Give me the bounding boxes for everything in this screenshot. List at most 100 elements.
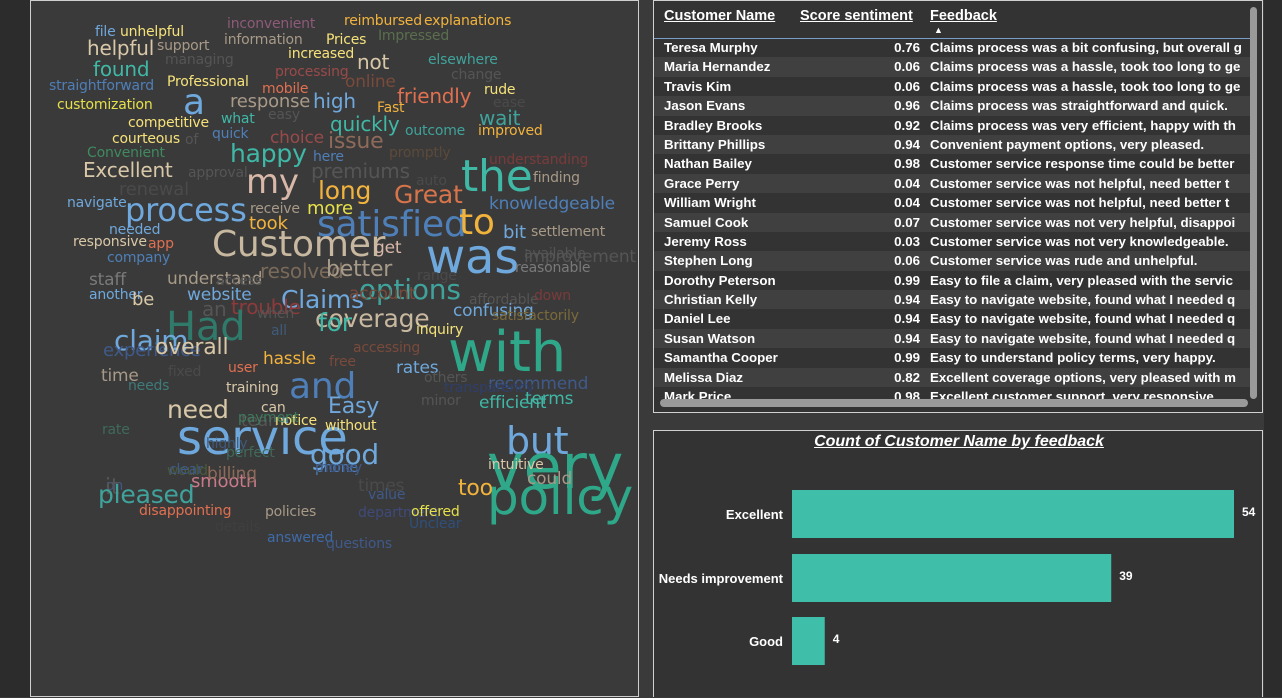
word-cloud-word[interactable]: get bbox=[374, 240, 402, 257]
word-cloud-word[interactable]: policies bbox=[265, 505, 316, 519]
word-cloud-word[interactable]: user bbox=[228, 361, 258, 375]
word-cloud-word[interactable]: straightforward bbox=[49, 79, 154, 93]
bar-excellent[interactable] bbox=[792, 490, 1234, 538]
word-cloud-word[interactable]: too bbox=[458, 478, 493, 500]
word-cloud-word[interactable]: responsive bbox=[73, 235, 147, 249]
word-cloud-word[interactable]: answered bbox=[267, 531, 333, 545]
table-row[interactable]: Jeremy Ross 0.03 Customer service was not … bbox=[654, 232, 1250, 251]
word-cloud-word[interactable]: information bbox=[224, 33, 303, 47]
word-cloud-word[interactable]: inquiry bbox=[416, 323, 463, 337]
word-cloud-word[interactable]: helpful bbox=[87, 38, 154, 58]
table-row[interactable]: Daniel Lee 0.94 Easy to navigate website, … bbox=[654, 309, 1250, 328]
word-cloud-word[interactable]: not bbox=[357, 52, 389, 72]
word-cloud-word[interactable]: rate bbox=[102, 423, 130, 437]
word-cloud-word[interactable]: high bbox=[313, 91, 356, 111]
word-cloud-word[interactable]: approval bbox=[188, 166, 248, 180]
column-header-score-sentiment[interactable]: Score sentiment bbox=[800, 8, 913, 24]
word-cloud-word[interactable]: the bbox=[461, 155, 533, 199]
table-row[interactable]: Grace Perry 0.04 Customer service was not … bbox=[654, 173, 1250, 194]
word-cloud-word[interactable]: elsewhere bbox=[428, 53, 498, 67]
word-cloud-word[interactable]: account bbox=[349, 286, 416, 303]
word-cloud-word[interactable]: Professional bbox=[167, 75, 249, 89]
feedback-table-visual[interactable]: Customer Name Score sentiment Feedback ▲… bbox=[653, 0, 1263, 413]
word-cloud-word[interactable]: payment bbox=[238, 411, 299, 425]
word-cloud-word[interactable]: app bbox=[148, 237, 174, 251]
table-row[interactable]: Dorothy Peterson 0.99 Easy to file a claim… bbox=[654, 271, 1250, 290]
table-row[interactable]: Samuel Cook 0.07 Customer service was not … bbox=[654, 212, 1250, 232]
word-cloud-word[interactable]: without bbox=[325, 419, 376, 433]
word-cloud-word[interactable]: Unclear bbox=[409, 517, 461, 531]
word-cloud-word[interactable]: questions bbox=[326, 537, 392, 551]
word-cloud-word[interactable]: training bbox=[226, 381, 279, 395]
word-cloud-word[interactable]: money bbox=[315, 461, 362, 475]
word-cloud-word[interactable]: fixed bbox=[168, 365, 201, 379]
table-row[interactable]: Bradley Brooks 0.92 Claims process was ver… bbox=[654, 116, 1250, 135]
sort-ascending-icon[interactable]: ▲ bbox=[934, 25, 943, 35]
table-row[interactable]: Teresa Murphy 0.76 Claims process was a bi… bbox=[654, 38, 1250, 57]
word-cloud-word[interactable]: Excellent bbox=[83, 160, 173, 180]
word-cloud-word[interactable]: minor bbox=[421, 394, 461, 408]
word-cloud-word[interactable]: overall bbox=[155, 337, 229, 359]
word-cloud-word[interactable]: outcome bbox=[405, 124, 465, 138]
word-cloud-word[interactable]: navigate bbox=[67, 196, 127, 210]
table-row[interactable]: Melissa Diaz 0.82 Excellent coverage optio… bbox=[654, 367, 1250, 388]
table-row[interactable]: Susan Watson 0.94 Easy to navigate website… bbox=[654, 328, 1250, 349]
word-cloud-word[interactable]: increased bbox=[288, 47, 354, 61]
word-cloud-word[interactable]: customization bbox=[57, 98, 153, 112]
word-cloud-word[interactable]: efficient bbox=[479, 395, 547, 412]
column-header-customer-name[interactable]: Customer Name bbox=[664, 8, 775, 24]
word-cloud-word[interactable]: an bbox=[202, 299, 227, 319]
word-cloud-word[interactable]: courteous bbox=[112, 132, 180, 146]
word-cloud-word[interactable]: processing bbox=[275, 65, 349, 79]
word-cloud-word[interactable]: range bbox=[417, 269, 457, 283]
word-cloud-word[interactable]: company bbox=[107, 251, 170, 265]
word-cloud-word[interactable]: my bbox=[246, 165, 299, 199]
word-cloud-word[interactable]: disappointing bbox=[139, 504, 231, 518]
word-cloud-word[interactable]: details bbox=[215, 520, 260, 534]
horizontal-scrollbar[interactable] bbox=[660, 399, 1248, 407]
table-row[interactable]: Samantha Cooper 0.99 Easy to understand po… bbox=[654, 348, 1250, 367]
word-cloud-word[interactable]: Impressed bbox=[378, 29, 449, 43]
word-cloud-word[interactable]: down bbox=[534, 289, 571, 303]
word-cloud-word[interactable]: all bbox=[271, 324, 287, 338]
word-cloud-word[interactable]: for bbox=[318, 310, 352, 335]
word-cloud-word[interactable]: managing bbox=[165, 53, 234, 67]
word-cloud-word[interactable]: when bbox=[257, 307, 294, 321]
table-row[interactable]: Travis Kim 0.06 Claims process was a hassl… bbox=[654, 77, 1250, 96]
table-row[interactable]: Jason Evans 0.96 Claims process was straig… bbox=[654, 96, 1250, 116]
word-cloud-word[interactable]: change bbox=[451, 68, 502, 82]
word-cloud-word[interactable]: of bbox=[185, 133, 198, 147]
word-cloud-word[interactable]: billing bbox=[207, 466, 257, 483]
word-cloud-word[interactable]: easy bbox=[268, 108, 300, 122]
word-cloud-word[interactable]: Easy bbox=[328, 396, 379, 418]
word-cloud-word[interactable]: perfect bbox=[226, 446, 275, 460]
table-row[interactable]: Stephen Long 0.06 Customer service was rud… bbox=[654, 251, 1250, 271]
word-cloud-word[interactable]: inconvenient bbox=[227, 17, 315, 31]
word-cloud-word[interactable]: improved bbox=[478, 124, 543, 138]
vertical-scrollbar[interactable] bbox=[1250, 7, 1257, 399]
word-cloud-word[interactable]: explanations bbox=[424, 14, 511, 28]
word-cloud-word[interactable]: what bbox=[221, 112, 255, 126]
word-cloud-word[interactable]: value bbox=[368, 488, 405, 502]
word-cloud-word[interactable]: Prices bbox=[326, 33, 366, 47]
bar-needs-improvement[interactable] bbox=[792, 554, 1112, 602]
bar-chart-visual[interactable]: Count of Customer Name by feedback Excel… bbox=[653, 430, 1263, 697]
word-cloud-word[interactable]: needs bbox=[128, 379, 169, 393]
table-row[interactable]: Christian Kelly 0.94 Easy to navigate webs… bbox=[654, 290, 1250, 310]
word-cloud-word[interactable]: accessing bbox=[353, 341, 420, 355]
column-header-feedback[interactable]: Feedback bbox=[930, 8, 997, 24]
word-cloud-word[interactable]: found bbox=[93, 59, 150, 79]
word-cloud-visual[interactable]: file unhelpful inconvenient reimbursed expla… bbox=[30, 0, 639, 697]
word-cloud-word[interactable]: knowledgeable bbox=[489, 196, 615, 213]
word-cloud-word[interactable]: friendly bbox=[397, 86, 471, 106]
word-cloud-word[interactable]: promptly bbox=[389, 146, 451, 160]
table-row[interactable]: Maria Hernandez 0.06 Claims process was a … bbox=[654, 57, 1250, 77]
bar-good[interactable] bbox=[792, 617, 825, 665]
word-cloud-word[interactable]: support bbox=[157, 39, 210, 53]
word-cloud-word[interactable]: be bbox=[132, 291, 154, 309]
table-row[interactable]: Brittany Phillips 0.94 Convenient payment … bbox=[654, 134, 1250, 155]
table-row[interactable]: Nathan Bailey 0.98 Customer service respon… bbox=[654, 154, 1250, 173]
word-cloud-word[interactable]: finding bbox=[533, 171, 580, 185]
word-cloud-word[interactable]: free bbox=[329, 355, 356, 369]
word-cloud-word[interactable]: could bbox=[527, 471, 572, 488]
